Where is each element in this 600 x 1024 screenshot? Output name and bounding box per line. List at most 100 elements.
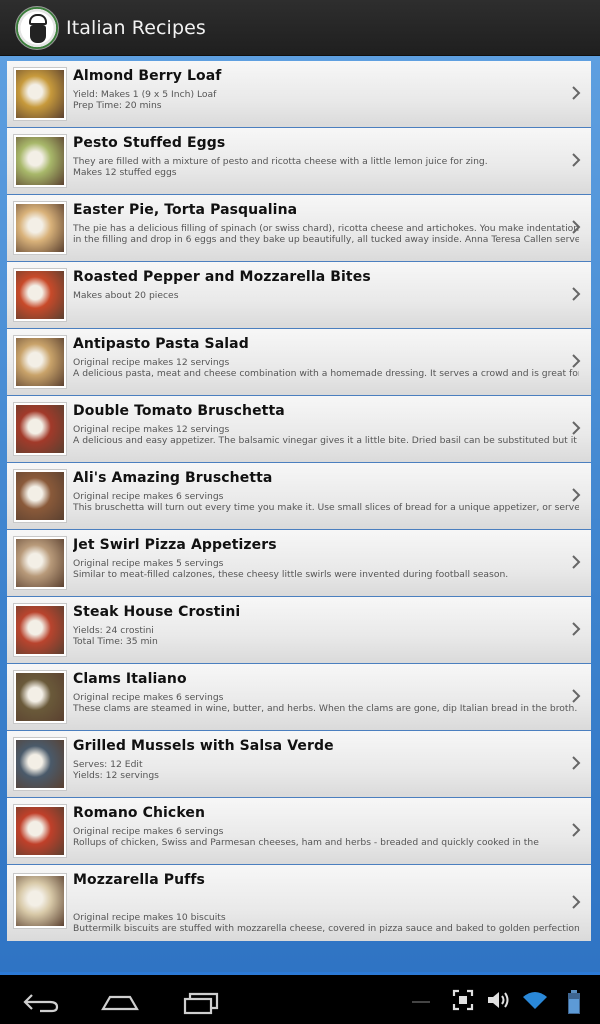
app-title: Italian Recipes xyxy=(66,16,206,39)
chevron-right-icon xyxy=(571,487,583,505)
recipe-line-1: Original recipe makes 12 servings xyxy=(73,424,230,435)
recipe-description: Yield: Makes 1 (9 x 5 Inch) Loaf Prep Tim… xyxy=(73,89,579,111)
recipe-photo xyxy=(16,539,64,587)
recipe-row[interactable]: Clams Italiano Original recipe makes 6 se… xyxy=(7,664,591,731)
recipe-row[interactable]: Almond Berry Loaf Yield: Makes 1 (9 x 5 I… xyxy=(7,61,591,128)
recipe-photo xyxy=(16,606,64,654)
recipe-row[interactable]: Jet Swirl Pizza Appetizers Original recip… xyxy=(7,530,591,597)
volume-icon[interactable] xyxy=(486,989,512,1011)
recipe-line-2: in the filling and drop in 6 eggs and th… xyxy=(73,234,579,245)
recipe-photo xyxy=(16,338,64,386)
recipe-photo xyxy=(16,740,64,788)
recipe-title: Almond Berry Loaf xyxy=(73,68,222,84)
recipe-photo xyxy=(16,70,64,118)
recipe-row[interactable]: Ali's Amazing Bruschetta Original recipe … xyxy=(7,463,591,530)
wifi-icon xyxy=(523,992,547,1009)
recipe-line-1: Original recipe makes 12 servings xyxy=(73,357,230,368)
recipe-thumbnail xyxy=(13,670,67,724)
recipe-line-1: Original recipe makes 6 servings xyxy=(73,692,224,703)
chef-logo-icon[interactable] xyxy=(15,5,59,50)
recipe-title: Roasted Pepper and Mozzarella Bites xyxy=(73,269,371,285)
recipe-title: Ali's Amazing Bruschetta xyxy=(73,470,273,486)
recipe-line-2: A delicious and easy appetizer. The bals… xyxy=(73,435,579,446)
recipe-title: Steak House Crostini xyxy=(73,604,241,620)
recipe-description: Original recipe makes 5 servings Similar … xyxy=(73,558,579,580)
recipe-row[interactable]: Steak House Crostini Yields: 24 crostini T… xyxy=(7,597,591,664)
chevron-right-icon xyxy=(571,755,583,773)
screenshot-icon[interactable] xyxy=(452,989,474,1011)
recipe-row[interactable]: Romano Chicken Original recipe makes 6 se… xyxy=(7,798,591,865)
recipe-photo xyxy=(16,405,64,453)
recipe-row[interactable]: Pesto Stuffed Eggs They are filled with … xyxy=(7,128,591,195)
chevron-right-icon xyxy=(571,85,583,103)
recipe-row[interactable]: Antipasto Pasta Salad Original recipe mak… xyxy=(7,329,591,396)
chevron-right-icon xyxy=(571,152,583,170)
recipe-line-2: Makes 12 stuffed eggs xyxy=(73,167,177,178)
recipe-row[interactable]: Double Tomato Bruschetta Original recipe … xyxy=(7,396,591,463)
recipe-thumbnail xyxy=(13,268,67,322)
recipe-line-1: The pie has a delicious filling of spina… xyxy=(73,223,579,234)
recipe-thumbnail xyxy=(13,67,67,121)
recipe-description: Original recipe makes 12 servings A delic… xyxy=(73,424,579,446)
recipe-line-2: Yields: 12 servings xyxy=(73,770,159,781)
chevron-right-icon xyxy=(571,554,583,572)
recipe-title: Easter Pie, Torta Pasqualina xyxy=(73,202,298,218)
recipe-list: Almond Berry Loaf Yield: Makes 1 (9 x 5 I… xyxy=(7,61,591,941)
chevron-right-icon xyxy=(571,688,583,706)
recipe-thumbnail xyxy=(13,603,67,657)
home-icon[interactable] xyxy=(100,989,140,1015)
recipe-title: Romano Chicken xyxy=(73,805,206,821)
recipe-line-1: They are filled with a mixture of pesto … xyxy=(73,156,488,167)
recipe-photo xyxy=(16,472,64,520)
recipe-line-2: Prep Time: 20 mins xyxy=(73,100,162,111)
recipe-row[interactable]: Mozzarella Puffs Original recipe makes 10… xyxy=(7,865,591,941)
chevron-right-icon xyxy=(571,219,583,237)
recipe-description: Original recipe makes 6 servings These cl… xyxy=(73,692,579,714)
recipe-line-1: Original recipe makes 5 servings xyxy=(73,558,224,569)
chevron-right-icon xyxy=(571,621,583,639)
recipe-thumbnail xyxy=(13,201,67,255)
system-navigation-bar xyxy=(0,972,600,1024)
back-icon[interactable] xyxy=(22,989,60,1015)
recipe-description: Serves: 12 Edit Yields: 12 servings xyxy=(73,759,579,781)
recipe-title: Antipasto Pasta Salad xyxy=(73,336,249,352)
recent-apps-icon[interactable] xyxy=(182,989,220,1015)
recipe-photo xyxy=(16,271,64,319)
recipe-line-1: Yield: Makes 1 (9 x 5 Inch) Loaf xyxy=(73,89,217,100)
recipe-line-2: Similar to meat-filled calzones, these c… xyxy=(73,569,509,580)
recipe-line-1: Original recipe makes 6 servings xyxy=(73,491,224,502)
recipe-row[interactable]: Easter Pie, Torta Pasqualina The pie has … xyxy=(7,195,591,262)
chevron-right-icon xyxy=(571,894,583,912)
recipe-photo xyxy=(16,876,64,926)
recipe-description: Original recipe makes 6 servings This bru… xyxy=(73,491,579,513)
recipe-description: Yields: 24 crostini Total Time: 35 min xyxy=(73,625,579,647)
recipe-thumbnail xyxy=(13,536,67,590)
recipe-line-2: A delicious pasta, meat and cheese combi… xyxy=(73,368,579,379)
recipe-title: Clams Italiano xyxy=(73,671,187,687)
recipe-list-container: Almond Berry Loaf Yield: Makes 1 (9 x 5 I… xyxy=(0,56,600,972)
recipe-line-1: Yields: 24 crostini xyxy=(73,625,154,636)
recipe-description: The pie has a delicious filling of spina… xyxy=(73,223,579,245)
recipe-row[interactable]: Roasted Pepper and Mozzarella Bites Makes… xyxy=(7,262,591,329)
recipe-photo xyxy=(16,807,64,855)
recipe-description: Makes about 20 pieces xyxy=(73,290,579,301)
recipe-description: Original recipe makes 6 servings Rollups … xyxy=(73,826,579,848)
recipe-line-1: Original recipe makes 6 servings xyxy=(73,826,224,837)
recipe-title: Pesto Stuffed Eggs xyxy=(73,135,226,151)
recipe-thumbnail xyxy=(13,335,67,389)
recipe-title: Mozzarella Puffs xyxy=(73,872,205,888)
recipe-title: Grilled Mussels with Salsa Verde xyxy=(73,738,334,754)
recipe-thumbnail xyxy=(13,804,67,858)
recipe-thumbnail xyxy=(13,873,67,929)
recipe-line-1: Makes about 20 pieces xyxy=(73,290,179,301)
recipe-line-2: These clams are steamed in wine, butter,… xyxy=(73,703,578,714)
battery-icon xyxy=(568,990,580,1014)
recipe-photo xyxy=(16,204,64,252)
status-dash xyxy=(412,1001,430,1003)
recipe-row[interactable]: Grilled Mussels with Salsa Verde Serves: … xyxy=(7,731,591,798)
recipe-line-2: Rollups of chicken, Swiss and Parmesan c… xyxy=(73,837,539,848)
recipe-line-2: This bruschetta will turn out every time… xyxy=(73,502,579,513)
recipe-photo xyxy=(16,137,64,185)
chevron-right-icon xyxy=(571,286,583,304)
chevron-right-icon xyxy=(571,822,583,840)
